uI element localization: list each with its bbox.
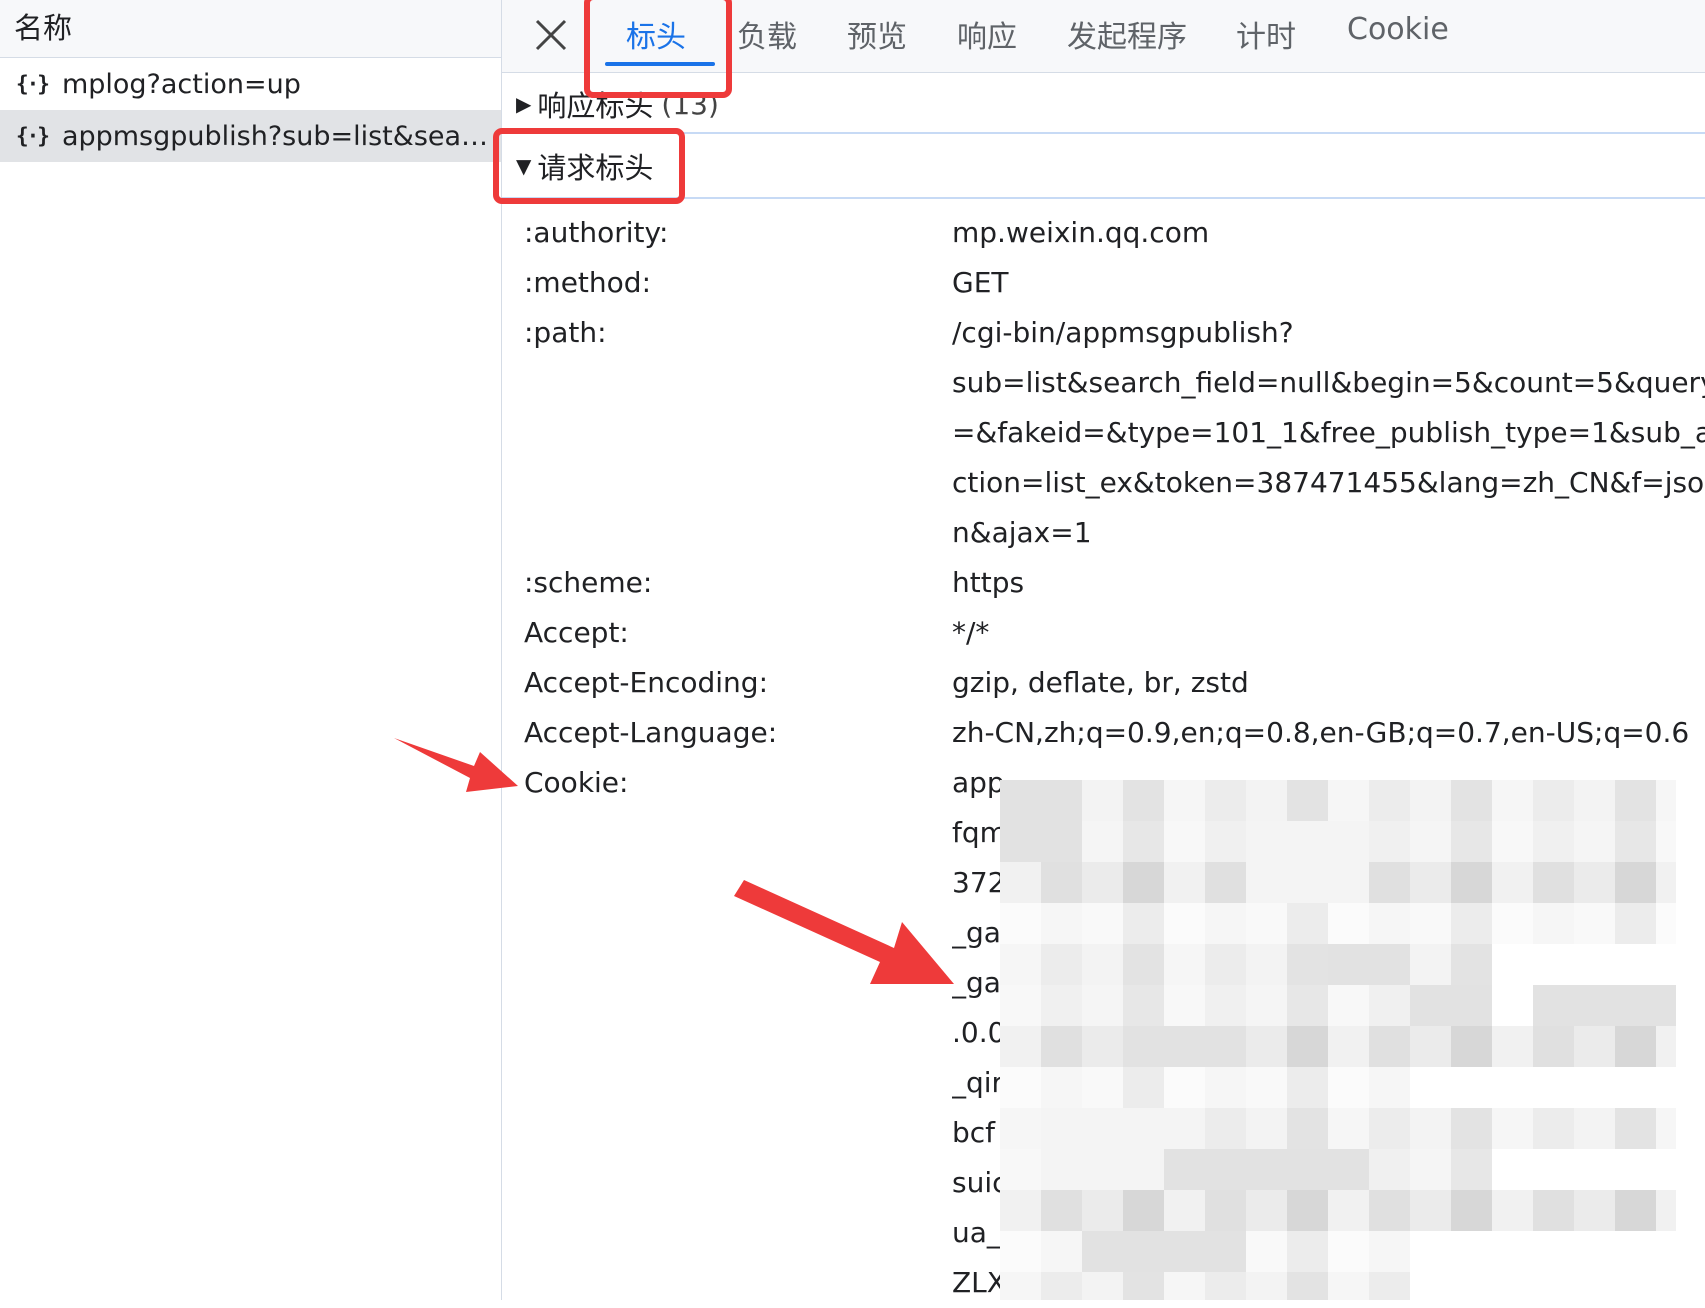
close-icon[interactable] xyxy=(534,18,568,52)
header-row-method: :method: xyxy=(524,258,651,308)
header-value-line: /cgi-bin/appmsgpublish? xyxy=(952,316,1294,349)
header-key: Cookie: xyxy=(524,766,629,799)
name-column-header[interactable]: 名称 xyxy=(0,0,501,58)
request-name: mplog?action=up xyxy=(61,68,301,100)
header-key: :scheme: xyxy=(524,566,653,599)
tab-initiator[interactable]: 发起程序 xyxy=(1067,12,1187,56)
tab-timing[interactable]: 计时 xyxy=(1236,12,1296,56)
header-key: :method: xyxy=(524,266,651,299)
request-list-panel: 名称 {·} mplog?action=up {·} appmsgpublish… xyxy=(0,0,502,1300)
header-value: GET xyxy=(952,266,1009,299)
header-value-line: sub=list&search_field=null&begin=5&count… xyxy=(952,366,1705,399)
json-request-icon: {·} xyxy=(16,124,50,148)
header-row-cookie: Cookie: xyxy=(524,758,628,808)
tab-response[interactable]: 响应 xyxy=(957,12,1017,56)
request-row[interactable]: {·} mplog?action=up xyxy=(0,58,501,110)
header-value: mp.weixin.qq.com xyxy=(952,216,1210,249)
header-row-accept: Accept: xyxy=(524,608,629,658)
header-value: gzip, deflate, br, zstd xyxy=(952,666,1249,699)
header-key: :authority: xyxy=(524,216,669,249)
header-value: zh-CN,zh;q=0.9,en;q=0.8,en-GB;q=0.7,en-U… xyxy=(952,716,1690,749)
annotation-box-headers-tab xyxy=(584,0,732,98)
header-key: Accept-Encoding: xyxy=(524,666,769,699)
header-key: Accept: xyxy=(524,616,629,649)
header-row-path: :path: xyxy=(524,308,607,358)
header-value: https xyxy=(952,566,1025,599)
header-row-authority: :authority: xyxy=(524,208,668,258)
header-row-scheme: :scheme: xyxy=(524,558,652,608)
tab-preview[interactable]: 预览 xyxy=(847,12,907,56)
header-row-accept-language: Accept-Language: xyxy=(524,708,777,758)
request-row-selected[interactable]: {·} appmsgpublish?sub=list&sear... xyxy=(0,110,501,162)
annotation-box-request-headers xyxy=(493,128,685,204)
tab-payload[interactable]: 负载 xyxy=(737,12,797,56)
header-key: Accept-Language: xyxy=(524,716,778,749)
header-value-line: n&ajax=1 xyxy=(952,516,1092,549)
expand-triangle-icon: ▶ xyxy=(516,92,532,116)
header-value-line: ction=list_ex&token=387471455&lang=zh_CN… xyxy=(952,466,1705,499)
header-value: */* xyxy=(952,616,990,649)
tab-cookies[interactable]: Cookie xyxy=(1347,12,1449,47)
name-column-label: 名称 xyxy=(14,10,73,45)
json-request-icon: {·} xyxy=(16,72,50,96)
request-name: appmsgpublish?sub=list&sear... xyxy=(61,120,492,152)
header-key: :path: xyxy=(524,316,607,349)
header-value-line: =&fakeid=&type=101_1&free_publish_type=1… xyxy=(952,416,1705,449)
header-row-accept-encoding: Accept-Encoding: xyxy=(524,658,768,708)
redaction-mosaic xyxy=(1000,780,1676,1300)
